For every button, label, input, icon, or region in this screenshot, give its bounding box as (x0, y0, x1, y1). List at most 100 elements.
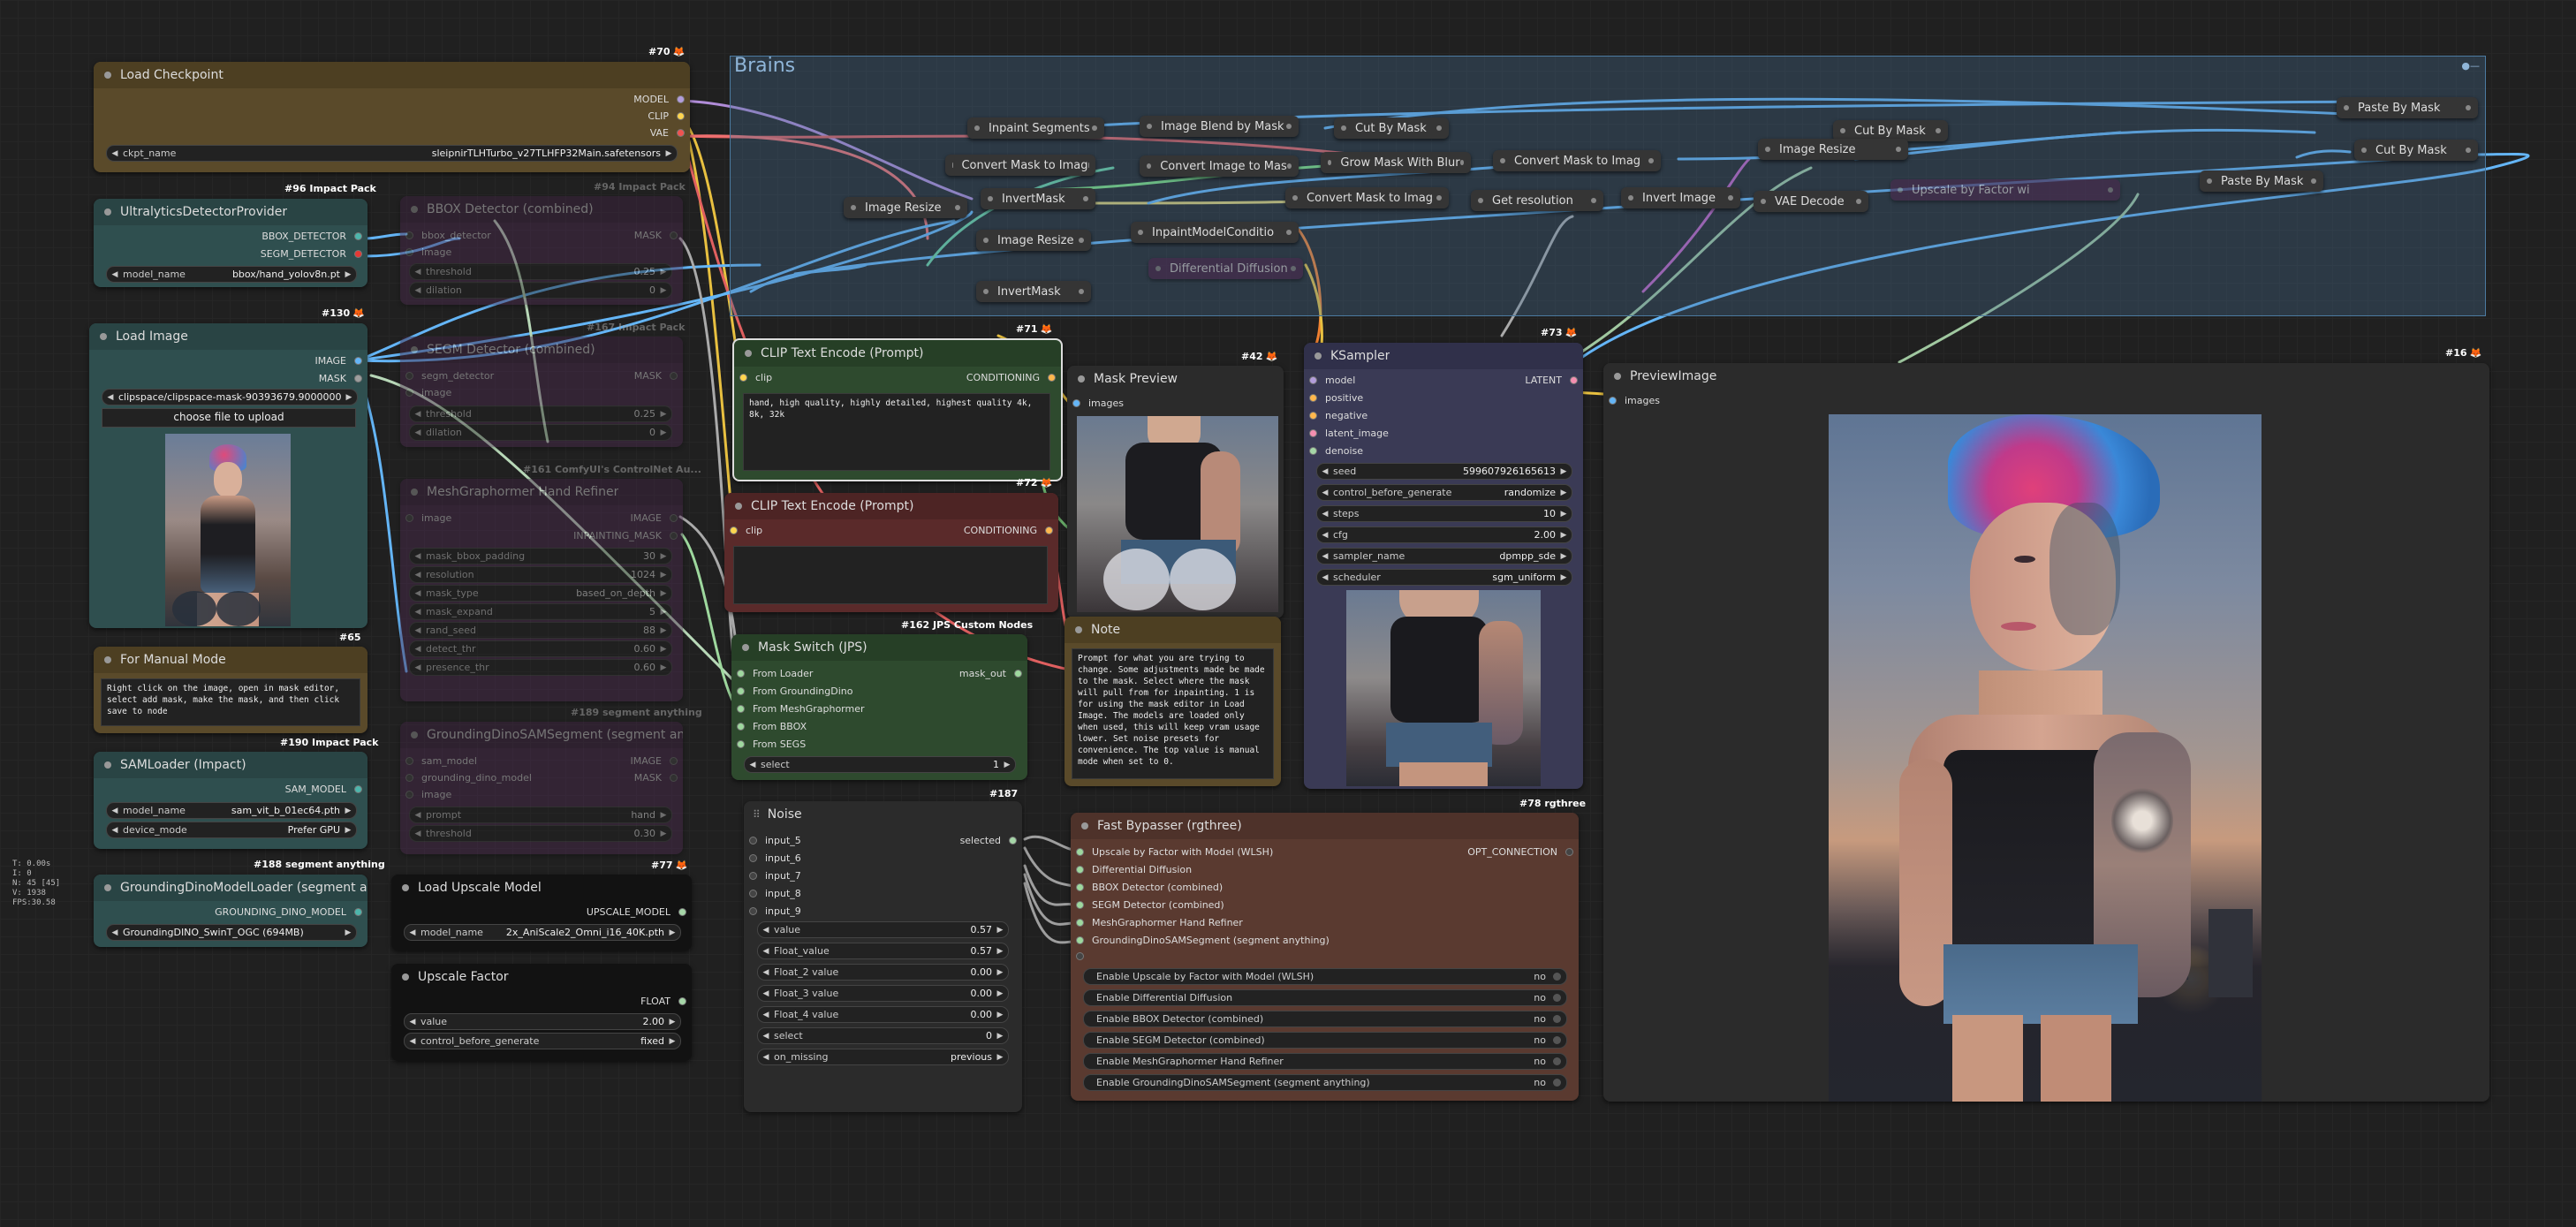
input-7[interactable]: input_7 (744, 870, 801, 882)
control-before-generate-widget[interactable]: ◀ control_before_generate randomize ▶ (1316, 484, 1572, 501)
segm-detector-input[interactable]: SEGM Detector (combined) (1071, 899, 1224, 911)
vae-output[interactable]: VAE (650, 127, 690, 139)
brains-node-grow-mask-with-blur[interactable]: Grow Mask With Blur (1321, 152, 1471, 173)
model-name-combo[interactable]: ◀ model_name sam_vit_b_01ec64.pth ▶ (106, 802, 357, 819)
manual-mode-text[interactable]: Right click on the image, open in mask e… (101, 678, 360, 726)
dilation-widget[interactable]: ◀ dilation 0 ▶ (409, 424, 672, 441)
brains-node-image-resize[interactable]: Image Resize (1758, 139, 1908, 160)
negative-prompt-textarea[interactable] (733, 546, 1048, 604)
image-file-combo[interactable]: ◀ clipspace/clipspace-mask-90393679.90000… (102, 389, 358, 405)
model-input[interactable]: model (1304, 375, 1355, 386)
groundingdino-sam-input[interactable]: GroundingDinoSAMSegment (segment anythin… (1071, 935, 1330, 946)
manual-mode-note-node[interactable]: For Manual Mode Right click on the image… (94, 647, 367, 733)
grounding-dino-model-input[interactable]: grounding_dino_model (400, 772, 532, 784)
mask-expand-widget[interactable]: ◀ mask_expand 5 ▶ (409, 603, 672, 620)
brains-node-convert-image-to-mask[interactable]: Convert Image to Mas (1140, 155, 1299, 177)
sampler-name-widget[interactable]: ◀ sampler_name dpmpp_sde ▶ (1316, 548, 1572, 564)
rand-seed-widget[interactable]: ◀ rand_seed 88 ▶ (409, 622, 672, 639)
toggle-upscale-by-factor[interactable]: Enable Upscale by Factor with Model (WLS… (1083, 968, 1567, 985)
cfg-widget[interactable]: ◀ cfg 2.00 ▶ (1316, 526, 1572, 543)
image-output[interactable]: IMAGE (630, 755, 683, 767)
mask-output[interactable]: MASK (634, 370, 683, 382)
float-4-value-widget[interactable]: ◀ Float_4 value 0.00 ▶ (757, 1006, 1009, 1023)
ckpt-name-combo[interactable]: ◀ ckpt_name sleipnirTLHTurbo_v27TLHFP32Mai… (106, 145, 678, 162)
mask-output[interactable]: MASK (634, 772, 683, 784)
threshold-widget[interactable]: ◀ threshold 0.25 ▶ (409, 263, 672, 280)
input-5[interactable]: input_5 (744, 835, 801, 846)
steps-widget[interactable]: ◀ steps 10 ▶ (1316, 505, 1572, 522)
grounding-dino-sam-segment-node[interactable]: GroundingDinoSAMSegment (segment anythin… (400, 722, 683, 854)
model-output[interactable]: MODEL (633, 94, 690, 105)
brains-node-image-resize[interactable]: Image Resize (844, 197, 967, 218)
load-upscale-model-node[interactable]: Load Upscale Model UPSCALE_MODEL ◀ model_… (391, 875, 692, 951)
clip-output[interactable]: CLIP (648, 110, 690, 122)
sam-model-input[interactable]: sam_model (400, 755, 477, 767)
seed-widget[interactable]: ◀ seed 599607926165613 ▶ (1316, 463, 1572, 480)
model-name-combo[interactable]: ◀ GroundingDINO_SwinT_OGC (694MB) ▶ (106, 924, 357, 941)
select-widget[interactable]: ◀ select 0 ▶ (757, 1027, 1009, 1044)
brains-node-vae-decode[interactable]: VAE Decode (1754, 191, 1868, 212)
negative-input[interactable]: negative (1304, 410, 1368, 421)
float-2-value-widget[interactable]: ◀ Float_2 value 0.00 ▶ (757, 964, 1009, 981)
brains-node-invertmask[interactable]: InvertMask (981, 188, 1095, 209)
float-value-widget[interactable]: ◀ Float_value 0.57 ▶ (757, 943, 1009, 959)
resolution-widget[interactable]: ◀ resolution 1024 ▶ (409, 566, 672, 583)
latent-output[interactable]: LATENT (1525, 375, 1583, 386)
select-widget[interactable]: ◀ select 1 ▶ (744, 756, 1016, 773)
model-name-combo[interactable]: ◀ model_name 2x_AniScale2_Omni_i16_40K.pth… (404, 924, 681, 941)
grounding-dino-model-output[interactable]: GROUNDING_DINO_MODEL (215, 906, 367, 918)
denoise-input[interactable]: denoise (1304, 445, 1363, 457)
brains-node-get-resolution[interactable]: Get resolution (1471, 190, 1603, 211)
bbox-detector-node[interactable]: BBOX Detector (combined) bbox_detector i… (400, 196, 683, 305)
toggle-bbox-detector[interactable]: Enable BBOX Detector (combined) no (1083, 1011, 1567, 1027)
image-input[interactable]: image (400, 512, 451, 524)
from-bbox-input[interactable]: From BBOX (731, 721, 807, 732)
node-canvas[interactable]: Brains ●— Inpaint Segments Image Blend b… (0, 0, 2576, 1227)
noise-node[interactable]: ⠿ Noise input_5 input_6 input_7 input_8 i… (744, 801, 1022, 1112)
group-menu-icon[interactable]: ●— (2461, 60, 2480, 72)
upscale-by-factor-input[interactable]: Upscale by Factor with Model (WLSH) (1071, 846, 1273, 858)
clip-text-encode-positive-node[interactable]: CLIP Text Encode (Prompt) clip CONDITION… (732, 338, 1063, 481)
threshold-widget[interactable]: ◀ threshold 0.30 ▶ (409, 825, 672, 842)
note-text[interactable]: Prompt for what you are trying to change… (1072, 648, 1274, 779)
clip-input[interactable]: clip (734, 372, 772, 383)
meshgraphormer-node[interactable]: MeshGraphormer Hand Refiner image IMAGE … (400, 479, 683, 701)
from-loader-input[interactable]: From Loader (731, 668, 813, 679)
conditioning-output[interactable]: CONDITIONING (964, 525, 1058, 536)
sam-loader-node[interactable]: SAMLoader (Impact) SAM_MODEL ◀ model_name… (94, 752, 367, 849)
toggle-groundingdino-sam[interactable]: Enable GroundingDinoSAMSegment (segment … (1083, 1074, 1567, 1091)
upscale-factor-node[interactable]: Upscale Factor FLOAT ◀ value 2.00 ▶ ◀ contro… (391, 964, 692, 1061)
preview-image-node[interactable]: PreviewImage images (1603, 363, 2489, 1102)
value-widget[interactable]: ◀ value 2.00 ▶ (404, 1013, 681, 1030)
from-meshgraphormer-input[interactable]: From MeshGraphormer (731, 703, 865, 715)
brains-node-paste-by-mask[interactable]: Paste By Mask (2337, 97, 2478, 118)
latent-image-input[interactable]: latent_image (1304, 428, 1389, 439)
control-before-generate-widget[interactable]: ◀ control_before_generate fixed ▶ (404, 1033, 681, 1049)
on-missing-widget[interactable]: ◀ on_missing previous ▶ (757, 1049, 1009, 1065)
brains-node-convert-mask-to-image[interactable]: Convert Mask to Imag (945, 155, 1095, 176)
positive-prompt-textarea[interactable]: hand, high quality, highly detailed, hig… (743, 393, 1050, 471)
image-input[interactable]: image (400, 789, 451, 800)
brains-node-invert-image[interactable]: Invert Image (1621, 187, 1740, 208)
inpainting-mask-output[interactable]: INPAINTING_MASK (573, 530, 683, 542)
selected-output[interactable]: selected (960, 835, 1022, 846)
device-mode-combo[interactable]: ◀ device_mode Prefer GPU ▶ (106, 822, 357, 838)
conditioning-output[interactable]: CONDITIONING (966, 372, 1061, 383)
mask-output[interactable]: MASK (634, 230, 683, 241)
mask-type-widget[interactable]: ◀ mask_type based_on_depth ▶ (409, 585, 672, 602)
scheduler-widget[interactable]: ◀ scheduler sgm_uniform ▶ (1316, 569, 1572, 586)
input-8[interactable]: input_8 (744, 888, 801, 899)
ultralytics-detector-node[interactable]: UltralyticsDetectorProvider BBOX_DETECTO… (94, 199, 367, 287)
fast-bypasser-node[interactable]: Fast Bypasser (rgthree) Upscale by Facto… (1071, 813, 1579, 1101)
input-6[interactable]: input_6 (744, 852, 801, 864)
toggle-differential-diffusion[interactable]: Enable Differential Diffusion no (1083, 989, 1567, 1006)
bbox-detector-output[interactable]: BBOX_DETECTOR (261, 231, 367, 242)
prompt-widget[interactable]: ◀ prompt hand ▶ (409, 807, 672, 823)
threshold-widget[interactable]: ◀ threshold 0.25 ▶ (409, 405, 672, 422)
mask-preview-node[interactable]: Mask Preview images (1067, 366, 1284, 618)
segm-detector-input[interactable]: segm_detector (400, 370, 494, 382)
sam-model-output[interactable]: SAM_MODEL (285, 784, 367, 795)
presence-thr-widget[interactable]: ◀ presence_thr 0.60 ▶ (409, 659, 672, 676)
opt-connection-output[interactable]: OPT_CONNECTION (1467, 846, 1579, 858)
load-image-node[interactable]: Load Image IMAGE MASK ◀ clipspace/clipspa… (89, 323, 367, 628)
